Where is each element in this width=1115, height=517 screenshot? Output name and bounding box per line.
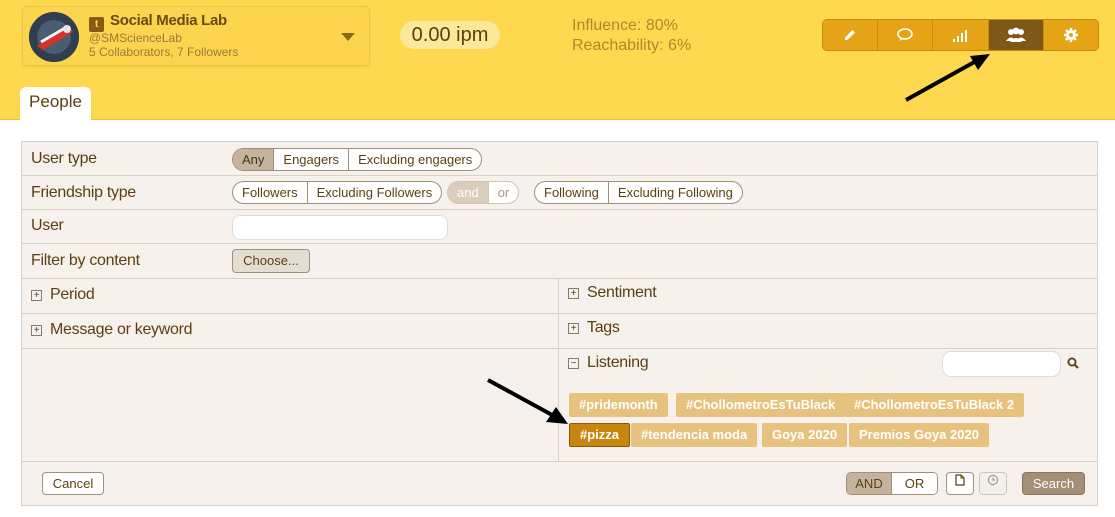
signal-bars-icon[interactable] [933, 20, 989, 50]
user-label: User [31, 217, 64, 234]
section-period[interactable]: + Period [31, 286, 95, 304]
influence-metric: Influence: 80% [572, 17, 678, 34]
user-type-segmented: Any Engagers Excluding engagers [232, 148, 483, 171]
logic-or-option[interactable]: or [489, 182, 519, 203]
cancel-button[interactable]: Cancel [42, 472, 104, 495]
expand-icon: + [568, 323, 579, 334]
user-type-excluding-engagers[interactable]: Excluding engagers [349, 149, 481, 170]
ipm-indicator: 0.00 ipm [400, 21, 500, 49]
search-button[interactable]: Search [1022, 472, 1085, 495]
user-input[interactable] [232, 215, 448, 240]
or-option[interactable]: OR [892, 473, 937, 494]
tab-people[interactable]: People [20, 87, 91, 121]
sections-row-1 [22, 279, 1097, 314]
twitter-icon: t [89, 17, 104, 32]
excluding-followers-option[interactable]: Excluding Followers [308, 182, 442, 203]
expand-icon: + [31, 325, 42, 336]
account-stats: 5 Collaborators, 7 Followers [89, 45, 239, 59]
document-icon[interactable] [946, 472, 974, 495]
expand-icon: + [31, 290, 42, 301]
filter-content-row: Filter by content [22, 244, 1097, 279]
user-type-any[interactable]: Any [233, 149, 275, 170]
user-row: User [22, 210, 1097, 244]
following-segmented: Following Excluding Following [534, 181, 743, 204]
filter-content-label: Filter by content [31, 252, 140, 269]
annotation-arrow-toolbar [905, 54, 990, 102]
expand-icon: + [568, 288, 579, 299]
people-filter-panel: User type Any Engagers Excluding engager… [21, 141, 1098, 506]
account-name: t Social Media Lab [89, 12, 227, 32]
excluding-following-option[interactable]: Excluding Following [609, 182, 742, 203]
logic-and-option[interactable]: and [448, 182, 489, 203]
chat-bubble-icon[interactable] [878, 20, 934, 50]
account-selector[interactable]: t Social Media Lab @SMScienceLab 5 Collab… [22, 6, 370, 66]
user-type-row: User type Any Engagers Excluding engager… [22, 142, 1097, 176]
and-option[interactable]: AND [847, 473, 892, 494]
choose-button[interactable]: Choose... [232, 249, 310, 273]
gear-icon[interactable] [1044, 20, 1098, 50]
section-message[interactable]: + Message or keyword [31, 321, 193, 339]
account-handle: @SMScienceLab [89, 31, 182, 45]
annotation-arrow-tag [487, 378, 568, 424]
avatar [29, 12, 79, 62]
and-or-toggle: AND OR [846, 472, 938, 495]
user-type-engagers[interactable]: Engagers [274, 149, 350, 170]
friendship-type-row: Friendship type Followers Excluding Foll… [22, 176, 1097, 210]
people-icon[interactable] [988, 20, 1044, 50]
reachability-metric: Reachability: 6% [572, 37, 692, 54]
metrics: Influence: 80% Reachability: 6% [572, 16, 691, 56]
followers-option[interactable]: Followers [233, 182, 308, 203]
logic-segmented: and or [447, 181, 520, 204]
section-tags[interactable]: + Tags [568, 319, 620, 337]
following-option[interactable]: Following [535, 182, 609, 203]
section-sentiment[interactable]: + Sentiment [568, 284, 657, 302]
chevron-down-icon[interactable] [341, 33, 355, 41]
user-type-label: User type [31, 150, 97, 167]
pencil-icon[interactable] [823, 20, 879, 50]
main-toolbar [822, 19, 1099, 51]
friendship-type-label: Friendship type [31, 184, 136, 201]
followers-segmented: Followers Excluding Followers [232, 181, 443, 204]
clock-icon[interactable] [979, 472, 1007, 495]
